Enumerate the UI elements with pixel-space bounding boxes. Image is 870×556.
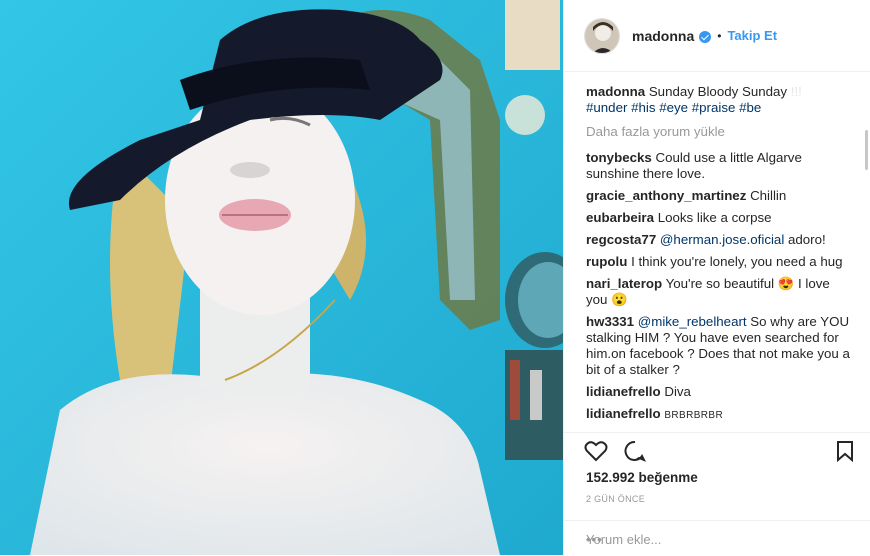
comment: rupolu I think you're lonely, you need a…	[586, 254, 850, 270]
bookmark-icon[interactable]	[836, 440, 854, 462]
hashtag[interactable]: #under	[586, 100, 627, 115]
hashtag[interactable]: #his	[631, 100, 655, 115]
hashtag[interactable]: #eye	[659, 100, 688, 115]
comment-text: Chillin	[750, 188, 787, 203]
comment-icon[interactable]	[624, 440, 646, 462]
username[interactable]: madonna	[632, 28, 694, 44]
post-sidebar: madonna • Takip Et madonna Sunday Bloody…	[563, 0, 870, 555]
post-photo[interactable]	[0, 0, 563, 555]
more-options-icon[interactable]: •••	[586, 532, 856, 547]
comment-username[interactable]: lidianefrello	[586, 406, 661, 421]
instagram-post: madonna • Takip Et madonna Sunday Bloody…	[0, 0, 870, 555]
caption-text: Sunday Bloody Sunday	[648, 84, 788, 99]
likes-count[interactable]: 152.992 beğenme	[586, 470, 698, 485]
caption: madonna Sunday Bloody Sunday !!! #under …	[586, 84, 850, 116]
comment: nari_laterop You're so beautiful 😍 I lov…	[586, 276, 850, 308]
heart-icon[interactable]	[584, 440, 608, 462]
comment: hw3331 @mike_rebelheart So why are YOU s…	[586, 314, 850, 378]
comment-username[interactable]: nari_laterop	[586, 276, 662, 291]
comment-username[interactable]: tonybecks	[586, 150, 652, 165]
comments-list: madonna Sunday Bloody Sunday !!! #under …	[564, 72, 870, 444]
comment-text: Looks like a corpse	[657, 210, 772, 225]
portrait-image	[0, 0, 563, 555]
comment-text: adoro!	[784, 232, 826, 247]
comment: gracie_anthony_martinez Chillin	[586, 188, 850, 204]
comment-text: Diva	[664, 384, 691, 399]
verified-icon	[699, 30, 712, 43]
comment-username[interactable]: lidianefrello	[586, 384, 661, 399]
post-timestamp[interactable]: 2 GÜN ÖNCE	[586, 494, 645, 504]
comment: regcosta77 @herman.jose.oficial adoro!	[586, 232, 850, 248]
hashtag[interactable]: #be	[739, 100, 761, 115]
comment-text: BRBRBRBR	[664, 410, 724, 421]
follow-button[interactable]: Takip Et	[727, 28, 777, 43]
comment: lidianefrello Diva	[586, 384, 850, 400]
scrollbar[interactable]	[865, 130, 868, 170]
comment-username[interactable]: regcosta77	[586, 232, 656, 247]
comment-mention[interactable]: @herman.jose.oficial	[660, 232, 784, 247]
caption-username[interactable]: madonna	[586, 84, 645, 99]
add-comment-bar: Yorum ekle... •••	[564, 520, 870, 556]
load-more-comments[interactable]: Daha fazla yorum yükle	[586, 124, 850, 140]
comment-text: I think you're lonely, you need a hug	[631, 254, 843, 269]
comment-mention[interactable]: @mike_rebelheart	[638, 314, 747, 329]
post-header: madonna • Takip Et	[564, 0, 870, 72]
comment-username[interactable]: hw3331	[586, 314, 634, 329]
avatar[interactable]	[584, 17, 620, 54]
hashtag[interactable]: #praise	[692, 100, 736, 115]
comment-username[interactable]: rupolu	[586, 254, 627, 269]
action-bar	[564, 432, 870, 469]
comment: eubarbeira Looks like a corpse	[586, 210, 850, 226]
comment-username[interactable]: gracie_anthony_martinez	[586, 188, 746, 203]
caption-trailing: !!!	[790, 84, 802, 99]
comment: lidianefrello BRBRBRBR	[586, 406, 850, 424]
comment-username[interactable]: eubarbeira	[586, 210, 654, 225]
comment: tonybecks Could use a little Algarve sun…	[586, 150, 850, 182]
separator-dot: •	[717, 28, 722, 43]
